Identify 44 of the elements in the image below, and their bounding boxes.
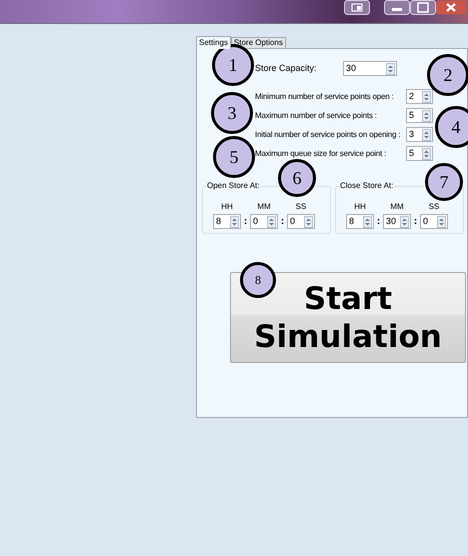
spin-box[interactable]: 0 bbox=[420, 214, 448, 229]
spin-arrows-icon[interactable] bbox=[422, 148, 431, 160]
field-label: Maximum number of service points : bbox=[255, 110, 378, 122]
maximize-icon[interactable] bbox=[410, 0, 436, 15]
colon: : bbox=[242, 215, 248, 229]
spin-box[interactable]: 0 bbox=[250, 214, 278, 229]
spin-box[interactable]: 2 bbox=[406, 89, 433, 104]
time-label: MM bbox=[257, 203, 271, 211]
spin-box[interactable]: 5 bbox=[406, 108, 433, 123]
spin-box[interactable]: 30 bbox=[343, 61, 397, 76]
spin-arrows-icon[interactable] bbox=[304, 216, 313, 228]
colon: : bbox=[280, 215, 286, 229]
field-label: Store Capacity: bbox=[255, 62, 318, 75]
time-label: SS bbox=[428, 203, 440, 211]
time-label: SS bbox=[296, 203, 306, 211]
spin-arrows-icon[interactable] bbox=[400, 216, 409, 228]
spin-arrows-icon[interactable] bbox=[267, 216, 276, 228]
field-label: Initial number of service points on opening : bbox=[255, 128, 402, 140]
spin-arrows-icon[interactable] bbox=[230, 216, 239, 228]
time-label: HH bbox=[354, 203, 366, 211]
spin-box[interactable]: 5 bbox=[406, 146, 433, 161]
window-mode-icon[interactable] bbox=[344, 0, 370, 15]
close-icon[interactable] bbox=[436, 0, 466, 15]
spin-box[interactable]: 30 bbox=[383, 214, 411, 229]
group-title: Close Store At: bbox=[339, 182, 394, 190]
field-label: Minimum number of service points open : bbox=[255, 90, 394, 102]
time-label: MM bbox=[390, 203, 404, 211]
spin-box[interactable]: 3 bbox=[406, 127, 433, 142]
spin-arrows-icon[interactable] bbox=[363, 216, 372, 228]
colon: : bbox=[376, 215, 382, 229]
spin-box[interactable]: 0 bbox=[287, 214, 315, 229]
tab[interactable]: Store Options bbox=[230, 37, 286, 48]
time-label: HH bbox=[221, 203, 233, 211]
minimize-icon[interactable] bbox=[384, 0, 410, 15]
spin-box[interactable]: 8 bbox=[213, 214, 241, 229]
spin-arrows-icon[interactable] bbox=[386, 62, 395, 74]
spin-arrows-icon[interactable] bbox=[422, 128, 431, 140]
spin-arrows-icon[interactable] bbox=[422, 90, 431, 102]
spin-arrows-icon[interactable] bbox=[437, 216, 446, 228]
spin-arrows-icon[interactable] bbox=[422, 110, 431, 122]
spin-box[interactable]: 8 bbox=[346, 214, 374, 229]
field-label: Maximum queue size for service point : bbox=[255, 148, 388, 160]
group-title: Open Store At: bbox=[206, 182, 260, 190]
colon: : bbox=[412, 215, 418, 229]
